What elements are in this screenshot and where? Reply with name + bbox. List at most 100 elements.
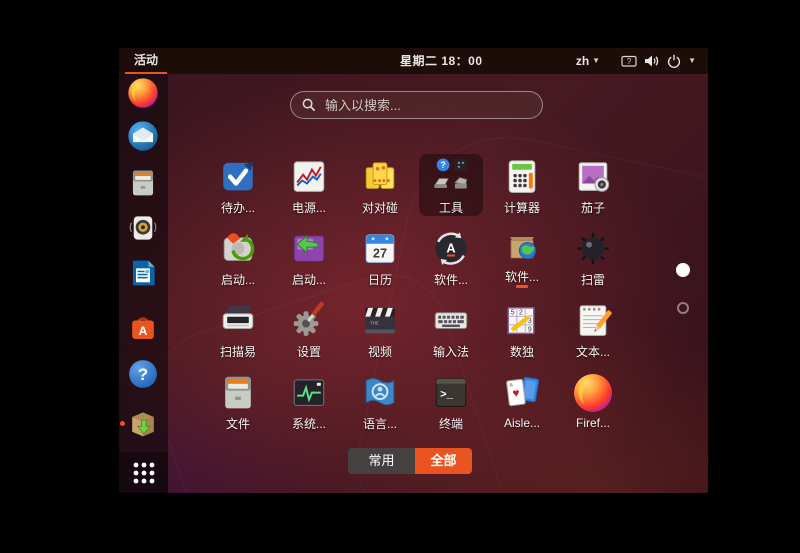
app-label: 输入法 [433,343,469,360]
volume-icon[interactable] [644,54,660,68]
app-label: 电源... [292,199,326,216]
page-indicator[interactable] [676,263,690,314]
input-method-icon [429,299,473,342]
app-icon-software-properties[interactable]: 软件... [490,226,554,288]
update-indicator-bar [516,285,528,288]
app-icon-cheese[interactable]: 茄子 [561,154,625,216]
app-icon-firefox[interactable]: Firef... [561,370,625,432]
app-icon-language-support[interactable]: 语言... [348,370,412,432]
cheese-icon [571,155,615,198]
libreoffice-writer-icon [126,256,160,290]
app-label: 计算器 [504,199,540,216]
tools-folder-icon: ? [429,155,473,198]
app-icon-settings[interactable]: 设置 [277,298,341,360]
search-icon [302,98,316,112]
app-icon-files[interactable]: 文件 [206,370,270,432]
activities-button[interactable]: 活动 [125,48,167,74]
terminal-icon: >_ [429,371,473,414]
files-icon [216,371,260,414]
app-label: 设置 [297,343,321,360]
app-icon-sudoku[interactable]: 5239数独 [490,298,554,360]
app-icon-software-updater[interactable]: A软件... [419,226,483,288]
app-label: 扫描易 [220,343,256,360]
firefox-icon [126,76,160,110]
svg-text:2: 2 [519,310,523,317]
search-bar[interactable] [290,91,543,119]
dock-item-ubuntu-software[interactable]: A [126,312,160,346]
help-icon: ? [126,357,160,391]
dock-item-help[interactable]: ? [126,357,160,391]
app-icon-terminal[interactable]: >_ 终端 [419,370,483,432]
startup-disk-icon [216,227,260,270]
app-label: 待办... [221,199,255,216]
power-icon[interactable] [667,54,681,68]
system-status-area[interactable]: zh ▼ ? ▼ [576,48,696,74]
gnome-activities-overview: 活动 星期二 18：00 zh ▼ ? ▼ A? 待办... 电源... 对对碰? 工… [119,48,708,493]
aisleriot-icon: ♥A [500,371,544,415]
dock-item-thunderbird[interactable] [126,119,160,153]
app-icon-todo[interactable]: 待办... [206,154,270,216]
app-label: 启动... [221,271,255,288]
software-properties-icon [500,227,544,267]
svg-text:?: ? [138,365,148,384]
language-support-icon [358,371,402,414]
svg-text:5: 5 [511,310,515,317]
app-label: 软件... [505,268,539,283]
chevron-down-icon: ▼ [688,57,696,65]
app-icon-power-stats[interactable]: 电源... [277,154,341,216]
app-icon-system-monitor[interactable]: 系统... [277,370,341,432]
svg-text:>_: >_ [440,390,453,402]
software-updater-icon: A [429,227,473,270]
dock-item-file-cabinet[interactable] [126,166,160,200]
app-icon-calculator[interactable]: 计算器 [490,154,554,216]
view-toggle: 常用 全部 [348,448,472,474]
app-label: 扫雷 [581,271,605,288]
rhythmbox-icon [126,211,160,245]
dock-item-firefox[interactable] [126,76,160,110]
app-icon-videos[interactable]: THE 视频 [348,298,412,360]
frequent-tab[interactable]: 常用 [348,448,415,474]
app-icon-calendar[interactable]: 27日历 [348,226,412,288]
startup-apps-icon [287,227,331,270]
running-indicator-dot [120,421,125,426]
app-label: 工具 [439,199,463,216]
app-label: 视频 [368,343,392,360]
todo-icon [216,155,260,198]
app-icon-input-method[interactable]: 输入法 [419,298,483,360]
thunderbird-icon [126,119,160,153]
dock-item-package[interactable] [126,407,160,441]
app-icon-startup-apps[interactable]: 启动... [277,226,341,288]
app-icon-simple-scan[interactable]: 扫描易 [206,298,270,360]
show-applications-button[interactable] [119,452,168,493]
app-icon-startup-disk[interactable]: 启动... [206,226,270,288]
app-folder-tools-folder[interactable]: ? 工具 [419,154,483,216]
svg-text:?: ? [440,160,445,170]
all-tab[interactable]: 全部 [415,448,472,474]
app-icon-mines[interactable]: 扫雷 [561,226,625,288]
page-dot-next[interactable] [677,302,689,314]
ubuntu-software-icon: A [126,312,160,346]
language-indicator[interactable]: zh ▼ [576,54,600,68]
app-label: Aisle... [504,416,540,430]
app-label: 日历 [368,271,392,288]
input-method-icon[interactable]: ? [621,54,637,68]
app-icon-text-editor[interactable]: 文本... [561,298,625,360]
search-input[interactable] [323,97,531,114]
dock-item-rhythmbox[interactable] [126,211,160,245]
app-label: 文本... [576,343,610,360]
app-icon-aisleriot[interactable]: ♥AAisle... [490,370,554,432]
app-label: 系统... [292,415,326,432]
svg-text:THE: THE [370,321,379,326]
sudoku-icon: 5239 [500,299,544,342]
system-monitor-icon [287,371,331,414]
page-dot-current[interactable] [676,263,690,277]
app-icon-mahjongg[interactable]: 对对碰 [348,154,412,216]
svg-text:A: A [139,324,148,338]
svg-text:9: 9 [528,326,532,333]
clock-menu[interactable]: 星期二 18：00 [400,48,483,74]
dock-item-libreoffice-writer[interactable] [126,256,160,290]
calculator-icon [500,155,544,198]
app-label: 终端 [439,415,463,432]
app-label: 茄子 [581,199,605,216]
language-label: zh [576,54,589,68]
